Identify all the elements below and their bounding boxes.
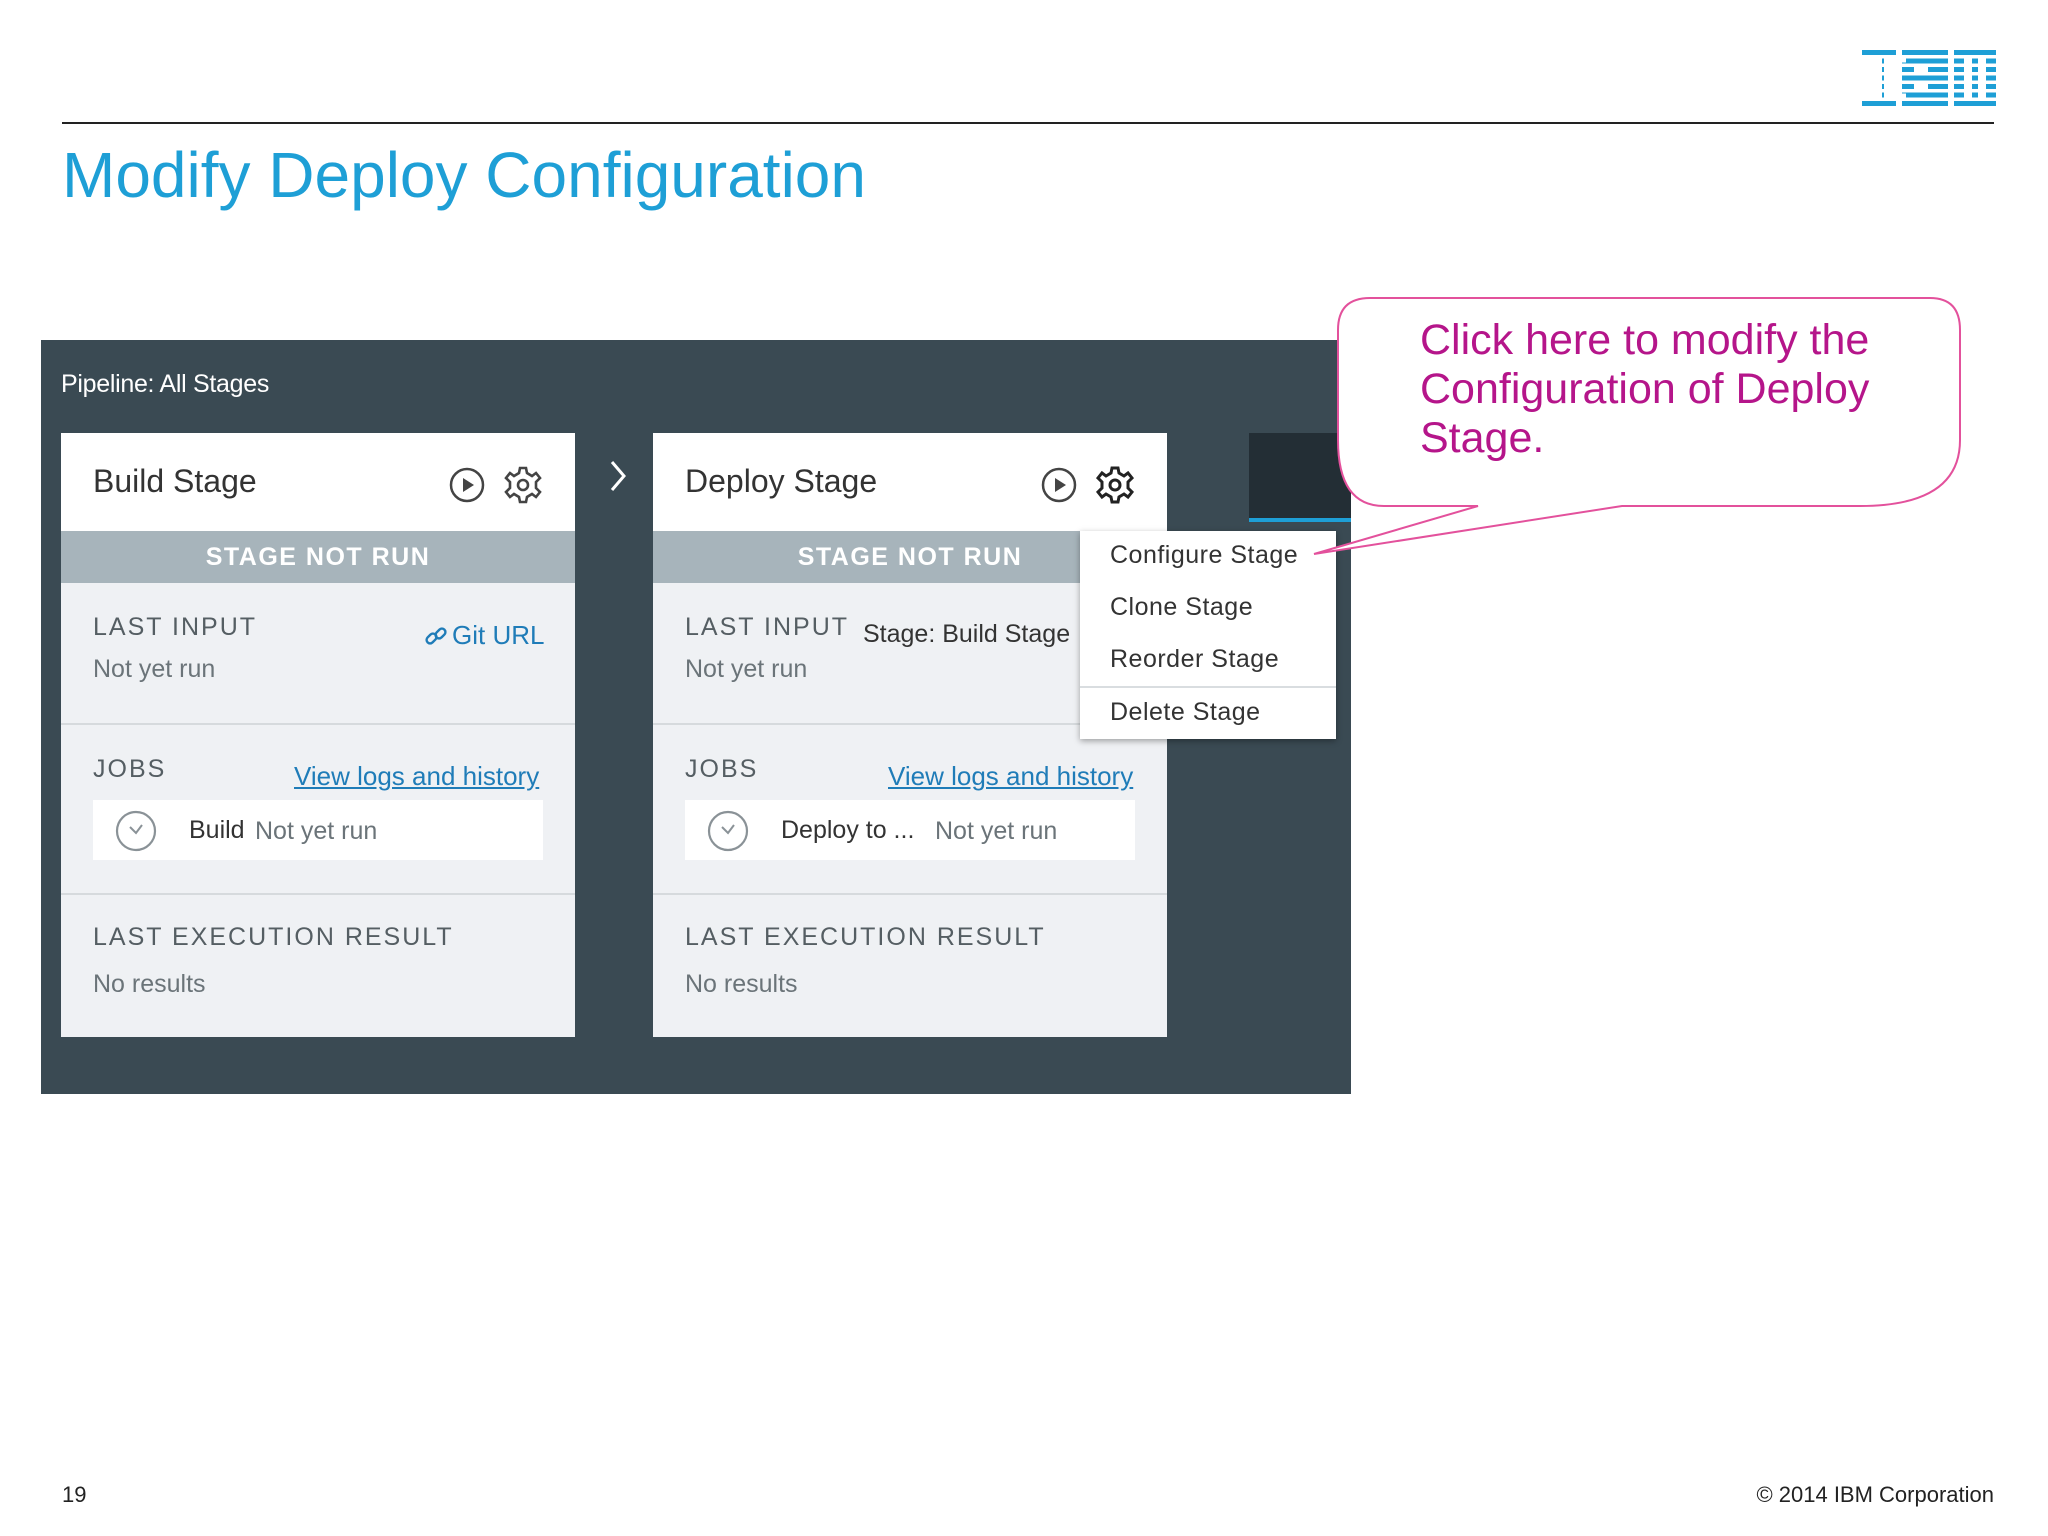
job-row[interactable]: Build Not yet run <box>93 800 543 860</box>
last-input-label: LAST INPUT <box>93 613 258 641</box>
stage-card-header: Build Stage <box>61 433 575 531</box>
job-status: Not yet run <box>935 817 1058 845</box>
job-status: Not yet run <box>255 817 378 845</box>
pipeline-title: Pipeline: All Stages <box>61 370 270 398</box>
stage-card-header: Deploy Stage <box>653 433 1167 531</box>
last-input-source: Stage: Build Stage <box>863 620 1071 648</box>
ibm-logo <box>1862 50 1996 106</box>
gear-icon[interactable] <box>1095 465 1135 505</box>
view-logs-link[interactable]: View logs and history <box>888 761 1133 792</box>
jobs-label: JOBS <box>685 755 759 783</box>
last-input-label: LAST INPUT <box>685 613 850 641</box>
menu-item-delete-stage[interactable]: Delete Stage <box>1110 698 1261 727</box>
last-execution-value: No results <box>93 970 206 998</box>
last-execution-label: LAST EXECUTION RESULT <box>685 923 1046 951</box>
job-row[interactable]: Deploy to ... Not yet run <box>685 800 1135 860</box>
page-number: 19 <box>62 1482 87 1507</box>
menu-divider <box>1080 686 1336 688</box>
section-divider <box>61 723 575 725</box>
link-icon <box>425 626 447 645</box>
clock-icon <box>115 810 157 852</box>
jobs-label: JOBS <box>93 755 167 783</box>
menu-item-configure-stage[interactable]: Configure Stage <box>1110 541 1298 570</box>
section-divider <box>653 893 1167 895</box>
stage-options-menu: Configure Stage Clone Stage Reorder Stag… <box>1080 531 1336 739</box>
job-name: Deploy to ... <box>781 816 915 844</box>
callout-text: Click here to modify the Configuration o… <box>1420 316 1870 462</box>
stage-card-build: Build Stage STAGE NOT RUN LAST INPUT Git… <box>61 433 575 1037</box>
git-url-link[interactable]: Git URL <box>424 620 544 651</box>
title-rule <box>62 122 1994 124</box>
clock-icon <box>707 810 749 852</box>
job-name: Build <box>189 816 245 844</box>
play-circle-icon[interactable] <box>449 467 485 503</box>
stage-title: Build Stage <box>93 463 257 499</box>
play-circle-icon[interactable] <box>1041 467 1077 503</box>
git-url-text: Git URL <box>452 620 545 650</box>
slide-title: Modify Deploy Configuration <box>62 139 866 211</box>
last-input-value: Not yet run <box>685 655 808 683</box>
view-logs-link[interactable]: View logs and history <box>294 761 539 792</box>
menu-item-reorder-stage[interactable]: Reorder Stage <box>1110 645 1279 674</box>
section-divider <box>61 893 575 895</box>
gear-icon[interactable] <box>503 465 543 505</box>
last-execution-value: No results <box>685 970 798 998</box>
chevron-right-icon <box>610 461 626 491</box>
stage-title: Deploy Stage <box>685 463 878 499</box>
last-input-value: Not yet run <box>93 655 216 683</box>
menu-item-clone-stage[interactable]: Clone Stage <box>1110 593 1253 622</box>
stage-status-bar: STAGE NOT RUN <box>61 531 575 583</box>
last-execution-label: LAST EXECUTION RESULT <box>93 923 454 951</box>
copyright: © 2014 IBM Corporation <box>1756 1482 1994 1507</box>
